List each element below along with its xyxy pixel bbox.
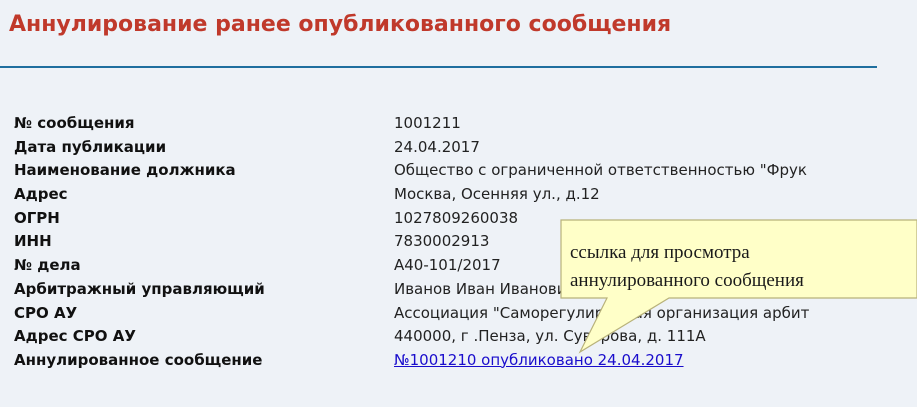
value-ogrn: 1027809260038 <box>394 208 519 227</box>
detail-row-ogrn: ОГРН 1027809260038 <box>0 207 877 231</box>
value-sro: Ассоциация "Саморегулируемая организация… <box>394 303 810 322</box>
label-arbitration-manager: Арбитражный управляющий <box>14 279 265 298</box>
callout-line-2: аннулированного сообщения <box>570 270 804 291</box>
callout-text: ссылка для просмотра аннулированного соо… <box>570 239 910 295</box>
detail-row-address: Адрес Москва, Осенняя ул., д.12 <box>0 183 877 207</box>
value-address: Москва, Осенняя ул., д.12 <box>394 185 600 204</box>
value-message-number: 1001211 <box>394 114 461 132</box>
message-details: № сообщения 1001211 Дата публикации 24.0… <box>0 68 877 407</box>
value-debtor-name: Общество с ограниченной ответственностью… <box>394 161 807 180</box>
detail-row-annulled-message: Аннулированное сообщение №1001210 опубли… <box>0 349 877 373</box>
detail-row-publication-date: Дата публикации 24.04.2017 <box>0 136 877 160</box>
annulled-message-link[interactable]: №1001210 опубликовано 24.04.2017 <box>394 351 684 369</box>
label-debtor-name: Наименование должника <box>14 161 236 180</box>
detail-row-debtor-name: Наименование должника Общество с огранич… <box>0 159 877 183</box>
value-sro-address: 440000, г .Пенза, ул. Суворова, д. 111А <box>394 327 706 346</box>
label-publication-date: Дата публикации <box>14 137 167 156</box>
label-ogrn: ОГРН <box>14 208 60 227</box>
value-publication-date: 24.04.2017 <box>394 137 480 156</box>
label-address: Адрес <box>14 185 68 204</box>
detail-row-sro-address: Адрес СРО АУ 440000, г .Пенза, ул. Сувор… <box>0 325 877 349</box>
page: Аннулирование ранее опубликованного сооб… <box>0 0 917 407</box>
page-title: Аннулирование ранее опубликованного сооб… <box>9 12 672 37</box>
label-message-number: № сообщения <box>14 114 135 132</box>
label-inn: ИНН <box>14 232 52 251</box>
callout-line-1: ссылка для просмотра <box>570 242 750 263</box>
header: Аннулирование ранее опубликованного сооб… <box>0 0 877 68</box>
detail-row-sro: СРО АУ Ассоциация "Саморегулируемая орга… <box>0 302 877 326</box>
label-case-number: № дела <box>14 256 81 275</box>
value-annulled-message: №1001210 опубликовано 24.04.2017 <box>394 351 877 369</box>
label-annulled-message: Аннулированное сообщение <box>14 350 263 369</box>
detail-row-message-number: № сообщения 1001211 <box>0 112 877 136</box>
label-sro: СРО АУ <box>14 303 78 322</box>
label-sro-address: Адрес СРО АУ <box>14 327 136 346</box>
